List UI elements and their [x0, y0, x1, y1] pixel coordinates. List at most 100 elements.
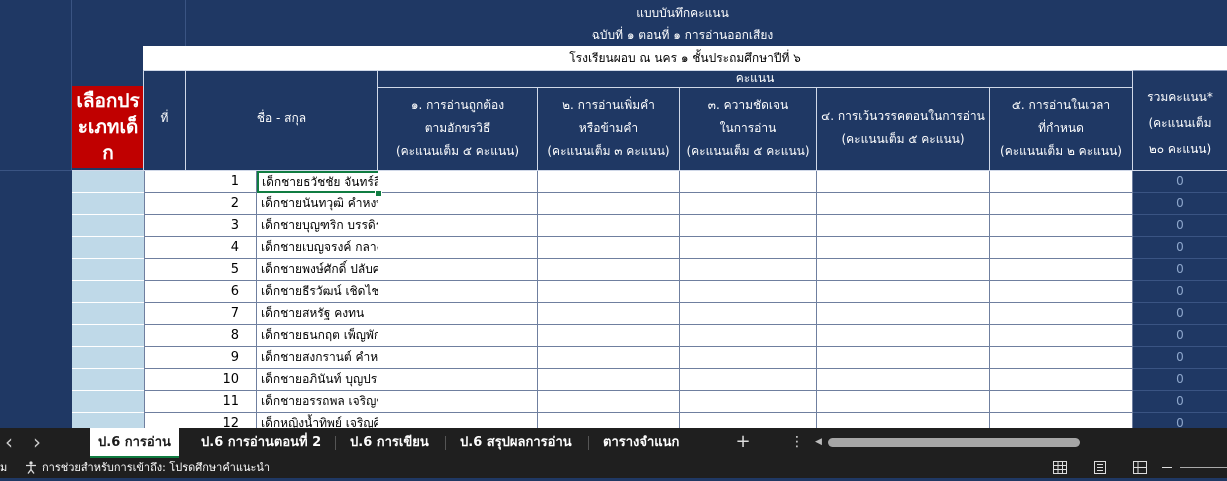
normal-view-icon[interactable] [1053, 461, 1067, 474]
scroll-left-icon[interactable]: ◀ [815, 428, 825, 457]
score-cell-5[interactable] [990, 413, 1133, 428]
more-options-icon[interactable]: ⋮ [790, 428, 804, 457]
score-cell-2[interactable] [538, 303, 680, 325]
score-cell-3[interactable] [680, 413, 817, 428]
score-cell-4[interactable] [817, 369, 990, 391]
total-score-cell[interactable]: 0 [1133, 215, 1227, 237]
score-cell-4[interactable] [817, 237, 990, 259]
prev-sheet-icon[interactable]: ‹ [2, 428, 16, 457]
score-cell-5[interactable] [990, 171, 1133, 193]
score-cell-2[interactable] [538, 325, 680, 347]
tab-classification[interactable]: ตารางจำแนก [603, 428, 679, 458]
score-cell-1[interactable] [378, 413, 538, 428]
child-type-cell[interactable] [72, 347, 144, 369]
select-child-type-button[interactable]: เลือกประเภทเด็ก [72, 86, 144, 168]
score-cell-3[interactable] [680, 259, 817, 281]
score-cell-4[interactable] [817, 193, 990, 215]
score-cell-3[interactable] [680, 215, 817, 237]
total-score-cell[interactable]: 0 [1133, 325, 1227, 347]
score-cell-2[interactable] [538, 391, 680, 413]
score-cell-4[interactable] [817, 303, 990, 325]
child-type-cell[interactable] [72, 281, 144, 303]
total-score-cell[interactable]: 0 [1133, 413, 1227, 428]
child-type-cell[interactable] [72, 237, 144, 259]
score-cell-4[interactable] [817, 171, 990, 193]
score-cell-2[interactable] [538, 171, 680, 193]
score-cell-5[interactable] [990, 237, 1133, 259]
accessibility-status[interactable]: การช่วยสำหรับการเข้าถึง: โปรดศึกษาคำแนะน… [42, 458, 270, 478]
tab-reading-summary[interactable]: ป.6 สรุปผลการอ่าน [460, 428, 572, 458]
score-cell-1[interactable] [378, 259, 538, 281]
child-type-cell[interactable] [72, 259, 144, 281]
child-type-cell[interactable] [72, 369, 144, 391]
total-score-cell[interactable]: 0 [1133, 369, 1227, 391]
score-cell-4[interactable] [817, 325, 990, 347]
zoom-out-icon[interactable] [1162, 467, 1172, 468]
score-cell-4[interactable] [817, 391, 990, 413]
child-type-cell[interactable] [72, 303, 144, 325]
child-type-cell[interactable] [72, 391, 144, 413]
score-cell-2[interactable] [538, 193, 680, 215]
score-cell-1[interactable] [378, 325, 538, 347]
score-cell-4[interactable] [817, 347, 990, 369]
score-cell-1[interactable] [378, 347, 538, 369]
row-number-cell[interactable]: 11 [144, 391, 257, 413]
child-type-cell[interactable] [72, 215, 144, 237]
add-sheet-icon[interactable]: + [735, 428, 751, 456]
score-cell-1[interactable] [378, 237, 538, 259]
row-number-cell[interactable]: 8 [144, 325, 257, 347]
child-type-cell[interactable] [72, 171, 144, 193]
row-number-cell[interactable]: 3 [144, 215, 257, 237]
score-cell-2[interactable] [538, 369, 680, 391]
score-cell-3[interactable] [680, 325, 817, 347]
score-cell-4[interactable] [817, 259, 990, 281]
row-number-cell[interactable]: 4 [144, 237, 257, 259]
row-number-cell[interactable]: 7 [144, 303, 257, 325]
score-cell-4[interactable] [817, 413, 990, 428]
row-number-cell[interactable]: 12 [144, 413, 257, 428]
total-score-cell[interactable]: 0 [1133, 347, 1227, 369]
row-number-cell[interactable]: 2 [144, 193, 257, 215]
score-cell-3[interactable] [680, 391, 817, 413]
child-type-cell[interactable] [72, 325, 144, 347]
score-cell-1[interactable] [378, 391, 538, 413]
accessibility-icon[interactable] [25, 461, 37, 474]
score-cell-2[interactable] [538, 281, 680, 303]
score-cell-1[interactable] [378, 193, 538, 215]
score-cell-3[interactable] [680, 171, 817, 193]
score-cell-1[interactable] [378, 281, 538, 303]
score-cell-2[interactable] [538, 259, 680, 281]
score-cell-2[interactable] [538, 237, 680, 259]
total-score-cell[interactable]: 0 [1133, 281, 1227, 303]
page-break-view-icon[interactable] [1133, 461, 1147, 474]
total-score-cell[interactable]: 0 [1133, 237, 1227, 259]
score-cell-3[interactable] [680, 369, 817, 391]
row-number-cell[interactable]: 6 [144, 281, 257, 303]
zoom-slider[interactable] [1180, 467, 1227, 468]
score-cell-5[interactable] [990, 391, 1133, 413]
score-cell-3[interactable] [680, 303, 817, 325]
score-cell-1[interactable] [378, 171, 538, 193]
horizontal-scrollbar[interactable] [828, 438, 1080, 447]
score-cell-3[interactable] [680, 193, 817, 215]
tab-reading-part2[interactable]: ป.6 การอ่านตอนที่ 2 [201, 428, 321, 458]
child-type-cell[interactable] [72, 413, 144, 428]
score-cell-5[interactable] [990, 215, 1133, 237]
row-number-cell[interactable]: 5 [144, 259, 257, 281]
score-cell-5[interactable] [990, 325, 1133, 347]
score-cell-5[interactable] [990, 193, 1133, 215]
score-cell-5[interactable] [990, 347, 1133, 369]
total-score-cell[interactable]: 0 [1133, 193, 1227, 215]
tab-writing[interactable]: ป.6 การเขียน [350, 428, 429, 458]
score-cell-2[interactable] [538, 413, 680, 428]
score-cell-4[interactable] [817, 215, 990, 237]
score-cell-3[interactable] [680, 237, 817, 259]
score-cell-3[interactable] [680, 347, 817, 369]
score-cell-1[interactable] [378, 303, 538, 325]
score-cell-4[interactable] [817, 281, 990, 303]
score-cell-5[interactable] [990, 369, 1133, 391]
score-cell-5[interactable] [990, 303, 1133, 325]
next-sheet-icon[interactable]: › [30, 428, 44, 457]
score-cell-2[interactable] [538, 347, 680, 369]
score-cell-5[interactable] [990, 281, 1133, 303]
